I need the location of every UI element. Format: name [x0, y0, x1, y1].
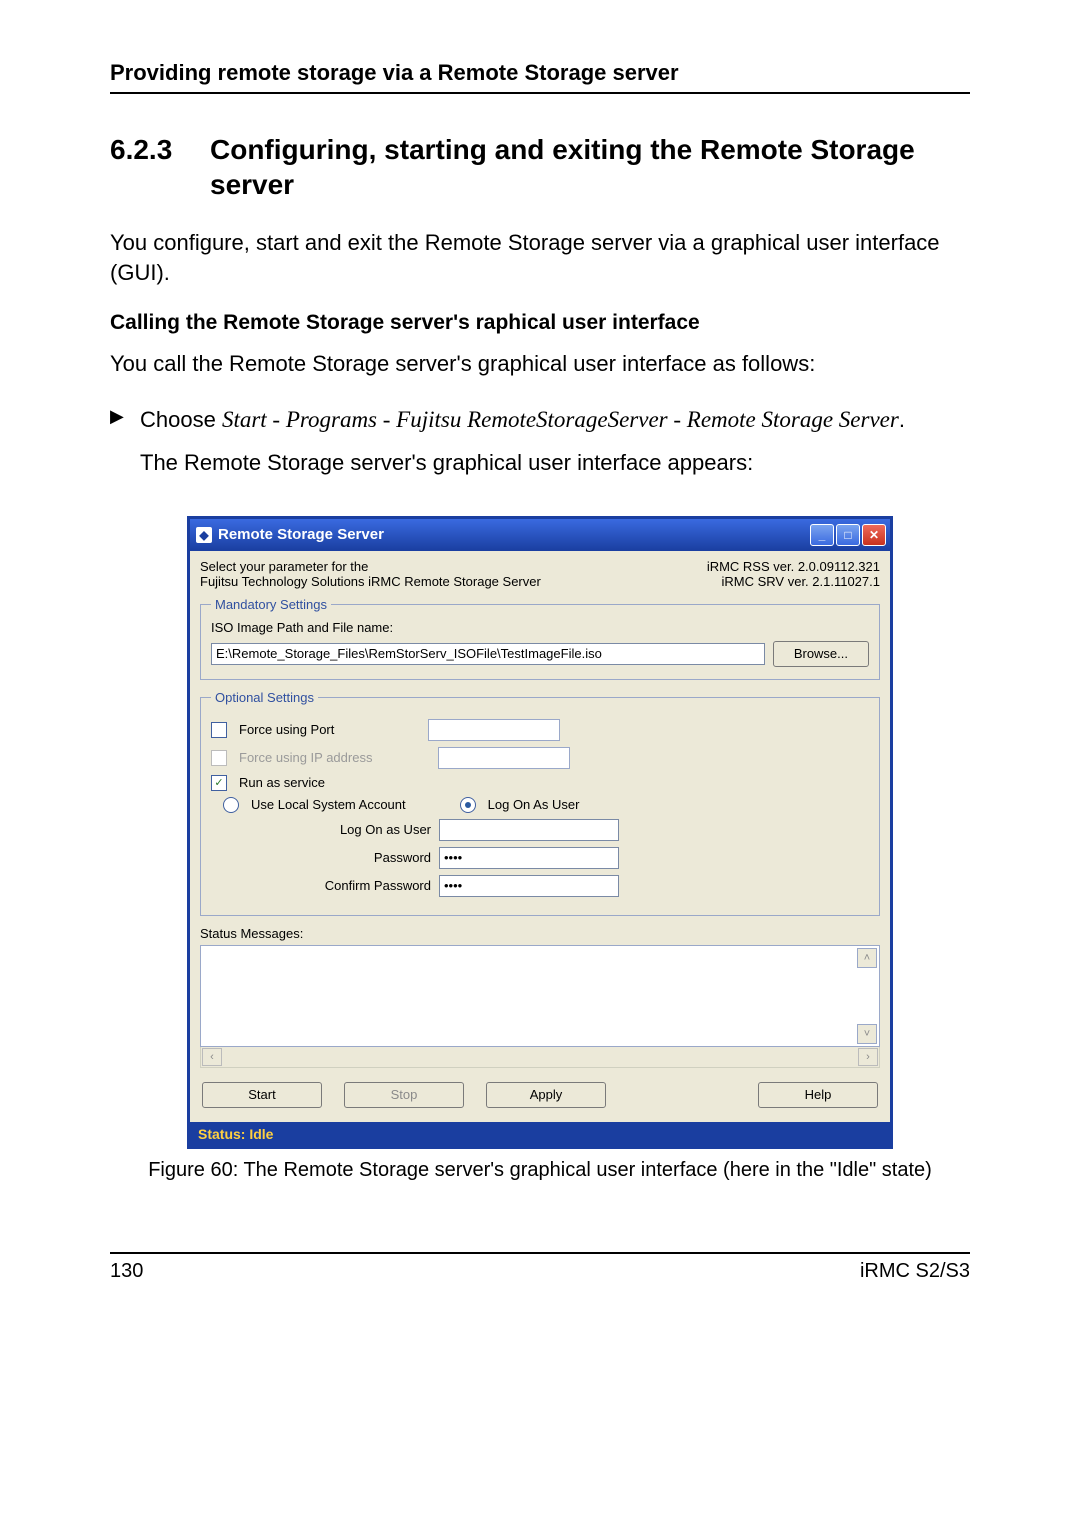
- logon-user-label: Log On as User: [231, 822, 431, 837]
- browse-button[interactable]: Browse...: [773, 641, 869, 667]
- select-line2: Fujitsu Technology Solutions iRMC Remote…: [200, 574, 541, 589]
- subheading: Calling the Remote Storage server's raph…: [110, 311, 970, 335]
- scroll-right-button[interactable]: ›: [858, 1048, 878, 1066]
- stop-button[interactable]: Stop: [344, 1082, 464, 1108]
- intro-paragraph: You configure, start and exit the Remote…: [110, 228, 970, 287]
- log-on-as-user-radio-label: Log On As User: [488, 797, 580, 812]
- log-on-as-user-radio[interactable]: [460, 797, 476, 813]
- remote-storage-server-window: ◆ Remote Storage Server _ □ ✕ Select you…: [187, 516, 893, 1149]
- page-number: 130: [110, 1260, 143, 1283]
- running-head: Providing remote storage via a Remote St…: [110, 60, 970, 94]
- apply-button[interactable]: Apply: [486, 1082, 606, 1108]
- force-ip-input[interactable]: [438, 747, 570, 769]
- status-bar: Status: Idle: [190, 1122, 890, 1146]
- triangle-bullet-icon: ▶: [110, 403, 140, 438]
- section-title: Configuring, starting and exiting the Re…: [210, 132, 970, 202]
- procedure-step: ▶ Choose Start - Programs - Fujitsu Remo…: [110, 403, 970, 438]
- force-port-checkbox[interactable]: [211, 722, 227, 738]
- page-footer: 130 iRMC S2/S3: [110, 1252, 970, 1283]
- step-period: .: [899, 407, 905, 432]
- select-param-text: Select your parameter for the Fujitsu Te…: [200, 559, 541, 589]
- status-messages-label: Status Messages:: [200, 926, 880, 941]
- optional-legend: Optional Settings: [211, 690, 318, 705]
- step-result: The Remote Storage server's graphical us…: [140, 450, 970, 476]
- confirm-password-input[interactable]: [439, 875, 619, 897]
- force-port-label: Force using Port: [239, 722, 334, 737]
- optional-settings-group: Optional Settings Force using Port Force…: [200, 690, 880, 916]
- version-block: iRMC RSS ver. 2.0.09112.321 iRMC SRV ver…: [707, 559, 880, 589]
- use-local-account-label: Use Local System Account: [251, 797, 406, 812]
- version-rss: iRMC RSS ver. 2.0.09112.321: [707, 559, 880, 574]
- maximize-button[interactable]: □: [836, 524, 860, 546]
- minimize-button[interactable]: _: [810, 524, 834, 546]
- select-line1: Select your parameter for the: [200, 559, 541, 574]
- run-as-service-label: Run as service: [239, 775, 325, 790]
- help-button[interactable]: Help: [758, 1082, 878, 1108]
- start-button[interactable]: Start: [202, 1082, 322, 1108]
- paragraph-2: You call the Remote Storage server's gra…: [110, 349, 970, 379]
- run-as-service-checkbox[interactable]: ✓: [211, 775, 227, 791]
- version-srv: iRMC SRV ver. 2.1.11027.1: [707, 574, 880, 589]
- password-label: Password: [231, 850, 431, 865]
- close-button[interactable]: ✕: [862, 524, 886, 546]
- scroll-left-button[interactable]: ‹: [202, 1048, 222, 1066]
- iso-path-label: ISO Image Path and File name:: [211, 620, 869, 635]
- use-local-account-radio[interactable]: [223, 797, 239, 813]
- scroll-up-button[interactable]: ˄: [857, 948, 877, 968]
- section-number: 6.2.3: [110, 132, 210, 202]
- confirm-password-label: Confirm Password: [231, 878, 431, 893]
- section-heading: 6.2.3 Configuring, starting and exiting …: [110, 132, 970, 202]
- step-text: Choose Start - Programs - Fujitsu Remote…: [140, 403, 905, 438]
- figure-caption: Figure 60: The Remote Storage server's g…: [110, 1159, 970, 1182]
- logon-user-input[interactable]: [439, 819, 619, 841]
- mandatory-legend: Mandatory Settings: [211, 597, 331, 612]
- iso-path-input[interactable]: [211, 643, 765, 665]
- mandatory-settings-group: Mandatory Settings ISO Image Path and Fi…: [200, 597, 880, 680]
- scroll-down-button[interactable]: ˅: [857, 1024, 877, 1044]
- product-id: iRMC S2/S3: [860, 1260, 970, 1283]
- force-ip-label: Force using IP address: [239, 750, 372, 765]
- password-input[interactable]: [439, 847, 619, 869]
- step-lead: Choose: [140, 407, 222, 432]
- force-ip-checkbox[interactable]: [211, 750, 227, 766]
- status-messages-box[interactable]: ˄ ˅: [200, 945, 880, 1047]
- app-icon: ◆: [196, 527, 212, 543]
- menu-path: Start - Programs - Fujitsu RemoteStorage…: [222, 407, 899, 432]
- window-titlebar[interactable]: ◆ Remote Storage Server _ □ ✕: [190, 519, 890, 551]
- horizontal-scrollbar[interactable]: ‹ ›: [200, 1047, 880, 1068]
- force-port-input[interactable]: [428, 719, 560, 741]
- window-title: Remote Storage Server: [218, 526, 384, 543]
